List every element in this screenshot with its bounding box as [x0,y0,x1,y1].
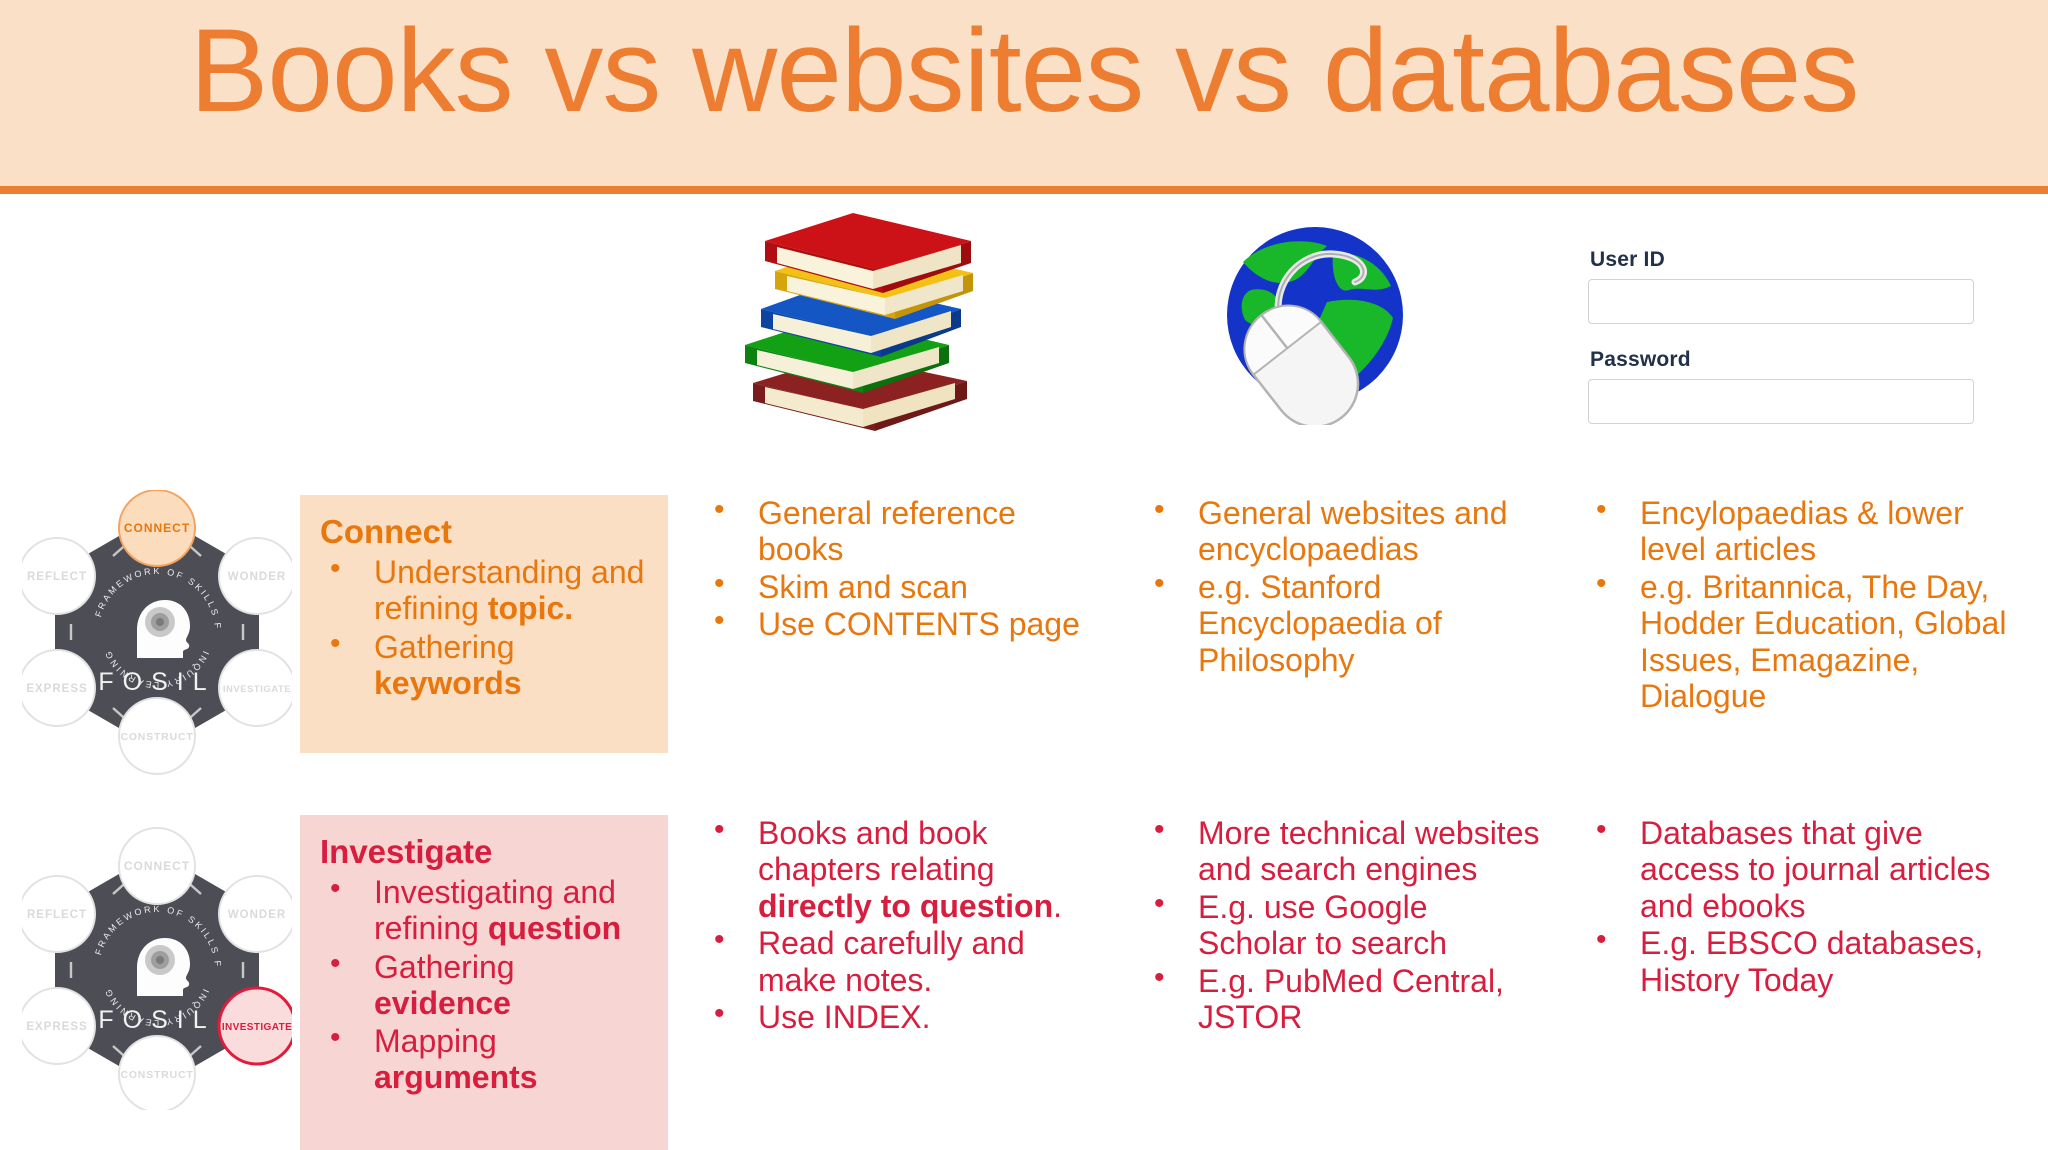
stage-box-connect: Connect Understanding and refining topic… [300,495,668,753]
bullet-item: e.g. Stanford Encyclopaedia of Philosoph… [1140,567,1540,678]
bullet-item: Use INDEX. [700,997,1100,1035]
bullet-item: Read carefully and make notes. [700,923,1100,998]
bullet-item: E.g. EBSCO databases, History Today [1582,923,2022,998]
stack-of-books-image [745,213,973,431]
bullet-item: Investigating and refining question [316,872,654,946]
stage-heading-investigate: Investigate [320,833,493,870]
column-books-connect: General reference booksSkim and scanUse … [700,493,1100,644]
stage-bullets-connect: Understanding and refining topic.Gatheri… [316,552,654,701]
column-websites-connect: General websites and encyclopaediase.g. … [1140,493,1540,679]
user-id-label: User ID [1590,248,1665,271]
bullet-list-databases-connect: Encylopaedias & lower level articlese.g.… [1582,493,2022,715]
row-connect: Connect Understanding and refining topic… [0,493,2048,770]
bullet-list-websites-investigate: More technical websites and search engin… [1140,813,1540,1036]
slide-header: Books vs websites vs databases [0,0,2048,194]
user-id-input[interactable] [1588,279,1974,324]
bullet-item: General reference books [700,493,1100,568]
bullet-item: Encylopaedias & lower level articles [1582,493,2022,568]
bullet-list-websites-connect: General websites and encyclopaediase.g. … [1140,493,1540,678]
bullet-list-books-connect: General reference booksSkim and scanUse … [700,493,1100,643]
column-websites-investigate: More technical websites and search engin… [1140,813,1540,1037]
bullet-item: Gathering keywords [316,627,654,701]
bullet-item: General websites and encyclopaedias [1140,493,1540,568]
page-title: Books vs websites vs databases [189,5,1860,137]
bullet-item: Books and book chapters relating directl… [700,813,1100,924]
password-input[interactable] [1588,379,1974,424]
stage-bullets-investigate: Investigating and refining questionGathe… [316,872,654,1095]
bullet-list-books-investigate: Books and book chapters relating directl… [700,813,1100,1036]
bullet-item: Databases that give access to journal ar… [1582,813,2022,924]
bullet-item: Mapping arguments [316,1021,654,1095]
bullet-item: E.g. PubMed Central, JSTOR [1140,961,1540,1036]
bullet-item: Use CONTENTS page [700,604,1100,642]
globe-with-mouse-image [1227,227,1403,425]
bullet-item: More technical websites and search engin… [1140,813,1540,888]
login-field-spacer [1588,324,1980,348]
bullet-item: Gathering evidence [316,947,654,1021]
row-investigate: Investigate Investigating and refining q… [0,813,2048,1150]
column-databases-connect: Encylopaedias & lower level articlese.g.… [1582,493,2022,716]
column-books-investigate: Books and book chapters relating directl… [700,813,1100,1037]
bullet-item: e.g. Britannica, The Day, Hodder Educati… [1582,567,2022,715]
bullet-item: E.g. use Google Scholar to search [1140,887,1540,962]
bullet-item: Skim and scan [700,567,1100,605]
bullet-list-databases-investigate: Databases that give access to journal ar… [1582,813,2022,998]
column-databases-investigate: Databases that give access to journal ar… [1582,813,2022,999]
login-panel: User ID Password [1588,248,1980,424]
password-label: Password [1590,348,1691,371]
bullet-item: Understanding and refining topic. [316,552,654,626]
stage-heading-connect: Connect [320,513,452,550]
stage-box-investigate: Investigate Investigating and refining q… [300,815,668,1150]
